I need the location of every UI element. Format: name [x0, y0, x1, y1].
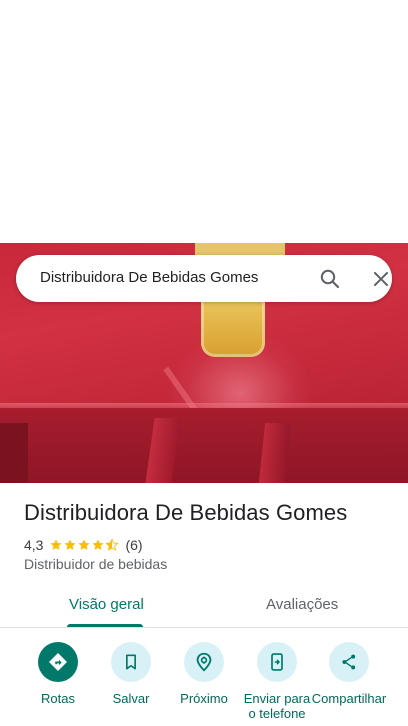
nearby-button[interactable]: Próximo — [164, 640, 244, 706]
place-tabs: Visão geral Avaliações — [0, 588, 408, 628]
save-button[interactable]: Salvar — [91, 640, 171, 706]
rating-stars — [49, 538, 120, 552]
send-to-phone-button[interactable]: Enviar para o telefone — [237, 640, 317, 721]
share-label: Compartilhar — [311, 691, 387, 706]
search-icon[interactable] — [318, 267, 342, 291]
map-blank-area — [0, 0, 408, 243]
directions-icon — [38, 642, 78, 682]
nearby-label: Próximo — [180, 691, 228, 706]
save-label: Salvar — [112, 691, 150, 706]
close-icon[interactable] — [369, 267, 393, 291]
search-input[interactable]: Distribuidora De Bebidas Gomes — [40, 269, 258, 286]
directions-label: Rotas — [41, 691, 75, 706]
rating-row[interactable]: 4,3 (6) — [24, 536, 143, 554]
tab-overview-label: Visão geral — [69, 596, 144, 613]
active-tab-indicator — [67, 624, 143, 627]
send-to-phone-label: Enviar para o telefone — [243, 691, 311, 721]
rating-value: 4,3 — [24, 537, 44, 553]
directions-button[interactable]: Rotas — [18, 640, 98, 706]
star-icon — [64, 539, 77, 550]
send-to-phone-icon — [257, 642, 297, 682]
place-category: Distribuidor de bebidas — [24, 556, 168, 572]
place-title: Distribuidora De Bebidas Gomes — [24, 500, 348, 525]
bookmark-icon — [111, 642, 151, 682]
tab-reviews-label: Avaliações — [266, 596, 339, 613]
nearby-icon — [184, 642, 224, 682]
star-icon — [92, 539, 105, 550]
star-icon — [78, 539, 91, 550]
star-icon — [50, 539, 63, 550]
share-icon — [329, 642, 369, 682]
review-count[interactable]: (6) — [125, 537, 142, 553]
star-half-icon — [105, 538, 120, 551]
share-button[interactable]: Compartilhar — [309, 640, 389, 706]
action-buttons: Rotas Salvar Próximo Enviar para o telef… — [0, 640, 408, 726]
search-bar[interactable]: Distribuidora De Bebidas Gomes — [16, 255, 392, 302]
